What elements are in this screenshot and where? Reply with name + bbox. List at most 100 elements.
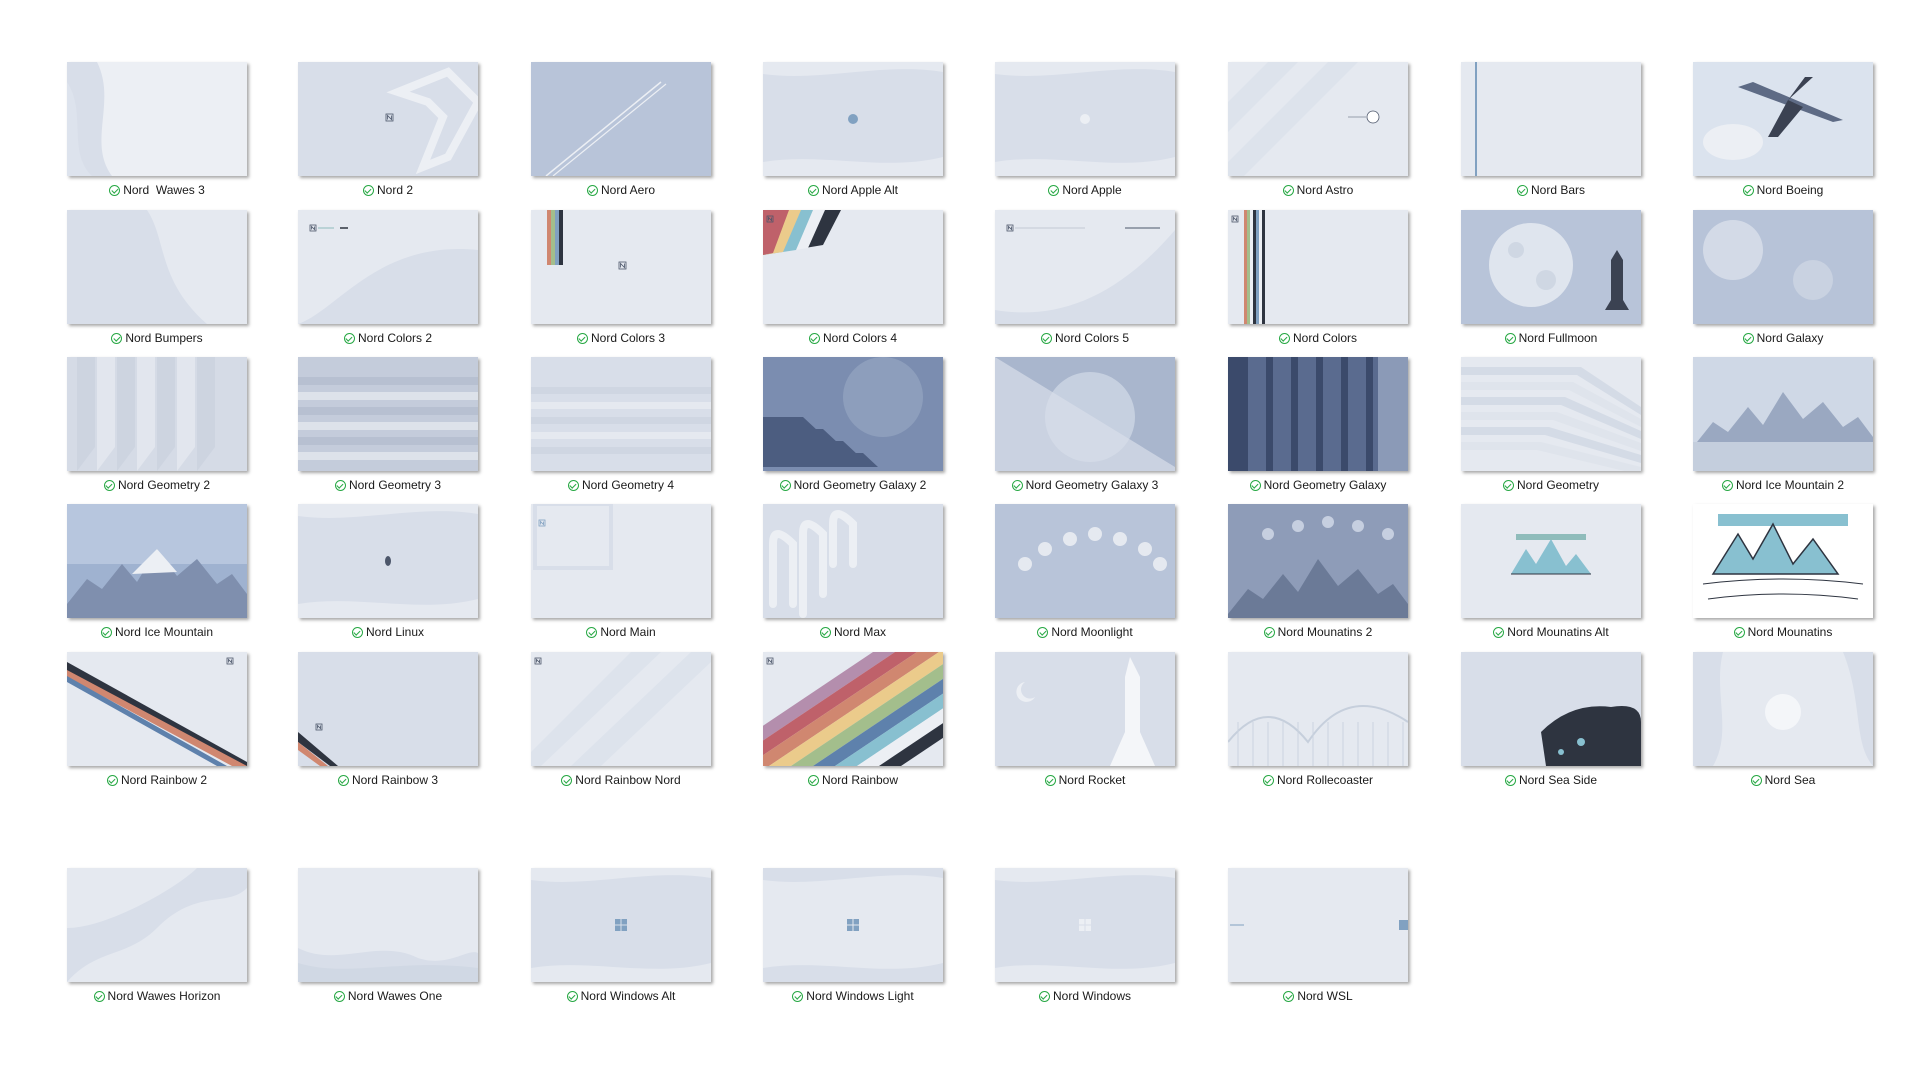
wallpaper-file-item[interactable]: Nord Colors 2 [284, 210, 484, 356]
file-name-label: Nord Boeing [1756, 183, 1824, 197]
wallpaper-file-item[interactable]: Nord Geometry Galaxy 2 [749, 357, 949, 503]
synced-check-icon [362, 185, 374, 196]
wallpaper-file-item[interactable]: Nord Colors 4 [749, 210, 949, 356]
file-name-label: Nord 2 [376, 183, 414, 197]
wallpaper-thumbnail [763, 357, 943, 471]
wallpaper-file-item[interactable]: Nord Moonlight [981, 504, 1181, 650]
wallpaper-file-item[interactable]: Nord Aero [517, 62, 717, 208]
file-name-caption: Nord Aero [517, 183, 725, 197]
synced-check-icon [1502, 480, 1514, 491]
wallpaper-thumbnail [1228, 357, 1408, 471]
synced-check-icon [1742, 185, 1754, 196]
wallpaper-file-item[interactable]: Nord Wawes 3 [53, 62, 253, 208]
wallpaper-file-item[interactable]: Nord Bars [1447, 62, 1647, 208]
wallpaper-file-item[interactable]: Nord Wawes One [284, 868, 484, 1014]
wallpaper-file-item[interactable]: Nord Colors 5 [981, 210, 1181, 356]
file-name-label: Nord Rollecoaster [1276, 773, 1374, 787]
wallpaper-file-item[interactable]: Nord Mounatins 2 [1214, 504, 1414, 650]
file-name-label: Nord Geometry [1516, 478, 1600, 492]
synced-check-icon [807, 185, 819, 196]
wallpaper-file-item[interactable]: Nord Galaxy [1679, 210, 1879, 356]
file-name-label: Nord Geometry Galaxy 3 [1025, 478, 1159, 492]
file-name-caption: Nord Astro [1214, 183, 1422, 197]
synced-check-icon [1263, 627, 1275, 638]
wallpaper-thumbnail [1693, 62, 1873, 176]
synced-check-icon [779, 480, 791, 491]
wallpaper-thumbnail [1461, 652, 1641, 766]
file-name-caption: Nord Mounatins Alt [1447, 625, 1655, 639]
file-name-caption: Nord Fullmoon [1447, 331, 1655, 345]
file-name-label: Nord Sea [1764, 773, 1816, 787]
synced-check-icon [1011, 480, 1023, 491]
wallpaper-file-item[interactable]: Nord Rainbow 3 [284, 652, 484, 798]
wallpaper-file-item[interactable]: Nord Geometry 3 [284, 357, 484, 503]
file-name-label: Nord Rainbow [821, 773, 899, 787]
synced-check-icon [1750, 775, 1762, 786]
wallpaper-file-item[interactable]: Nord Rainbow [749, 652, 949, 798]
file-name-caption: Nord Apple [981, 183, 1189, 197]
wallpaper-thumbnail [1461, 504, 1641, 618]
wallpaper-file-item[interactable]: Nord Wawes Horizon [53, 868, 253, 1014]
wallpaper-file-item[interactable]: Nord Colors [1214, 210, 1414, 356]
synced-check-icon [586, 627, 598, 638]
wallpaper-file-item[interactable]: Nord 2 [284, 62, 484, 208]
wallpaper-file-item[interactable]: Nord Geometry Galaxy [1214, 357, 1414, 503]
wallpaper-file-item[interactable]: Nord Boeing [1679, 62, 1879, 208]
file-name-caption: Nord Sea Side [1447, 773, 1655, 787]
wallpaper-file-item[interactable]: Nord Max [749, 504, 949, 650]
wallpaper-file-item[interactable]: Nord Rainbow 2 [53, 652, 253, 798]
wallpaper-file-item[interactable]: Nord Geometry 2 [53, 357, 253, 503]
synced-check-icon [333, 991, 345, 1002]
synced-check-icon [1038, 991, 1050, 1002]
synced-check-icon [566, 991, 578, 1002]
file-name-caption: Nord Mounatins 2 [1214, 625, 1422, 639]
wallpaper-thumbnail [995, 868, 1175, 982]
wallpaper-file-item[interactable]: Nord Fullmoon [1447, 210, 1647, 356]
file-name-label: Nord Main [600, 625, 656, 639]
wallpaper-file-item[interactable]: Nord Geometry 4 [517, 357, 717, 503]
wallpaper-file-item[interactable]: Nord Bumpers [53, 210, 253, 356]
synced-check-icon [1048, 185, 1060, 196]
file-name-label: Nord Mounatins [1747, 625, 1833, 639]
wallpaper-file-item[interactable]: Nord Astro [1214, 62, 1414, 208]
file-name-label: Nord Wawes One [347, 989, 443, 1003]
wallpaper-file-item[interactable]: Nord Apple Alt [749, 62, 949, 208]
file-name-caption: Nord 2 [284, 183, 492, 197]
wallpaper-thumbnail [298, 868, 478, 982]
wallpaper-thumbnail [531, 210, 711, 324]
synced-check-icon [1733, 627, 1745, 638]
wallpaper-file-item[interactable]: Nord WSL [1214, 868, 1414, 1014]
wallpaper-file-item[interactable]: Nord Sea [1679, 652, 1879, 798]
synced-check-icon [1493, 627, 1505, 638]
file-name-label: Nord Rainbow 2 [120, 773, 208, 787]
wallpaper-file-item[interactable]: Nord Windows Alt [517, 868, 717, 1014]
file-name-label: Nord Galaxy [1756, 331, 1824, 345]
wallpaper-file-item[interactable]: Nord Windows Light [749, 868, 949, 1014]
file-name-label: Nord Windows [1052, 989, 1132, 1003]
synced-check-icon [1278, 333, 1290, 344]
wallpaper-file-item[interactable]: Nord Sea Side [1447, 652, 1647, 798]
wallpaper-file-item[interactable]: Nord Windows [981, 868, 1181, 1014]
wallpaper-thumbnail [67, 504, 247, 618]
wallpaper-file-item[interactable]: Nord Geometry Galaxy 3 [981, 357, 1181, 503]
wallpaper-file-item[interactable]: Nord Colors 3 [517, 210, 717, 356]
wallpaper-file-item[interactable]: Nord Geometry [1447, 357, 1647, 503]
file-name-caption: Nord Linux [284, 625, 492, 639]
wallpaper-file-item[interactable]: Nord Main [517, 504, 717, 650]
wallpaper-file-item[interactable]: Nord Mounatins [1679, 504, 1879, 650]
wallpaper-file-item[interactable]: Nord Rocket [981, 652, 1181, 798]
wallpaper-file-item[interactable]: Nord Mounatins Alt [1447, 504, 1647, 650]
wallpaper-file-item[interactable]: Nord Rollecoaster [1214, 652, 1414, 798]
wallpaper-file-item[interactable]: Nord Rainbow Nord [517, 652, 717, 798]
wallpaper-thumbnail [1228, 62, 1408, 176]
file-name-caption: Nord WSL [1214, 989, 1422, 1003]
wallpaper-thumbnail [298, 504, 478, 618]
wallpaper-file-item[interactable]: Nord Ice Mountain [53, 504, 253, 650]
wallpaper-thumbnail [298, 62, 478, 176]
wallpaper-file-item[interactable]: Nord Ice Mountain 2 [1679, 357, 1879, 503]
wallpaper-file-item[interactable]: Nord Linux [284, 504, 484, 650]
file-name-caption: Nord Geometry 2 [53, 478, 261, 492]
wallpaper-file-item[interactable]: Nord Apple [981, 62, 1181, 208]
wallpaper-thumbnail [1693, 357, 1873, 471]
file-name-caption: Nord Rainbow [749, 773, 957, 787]
